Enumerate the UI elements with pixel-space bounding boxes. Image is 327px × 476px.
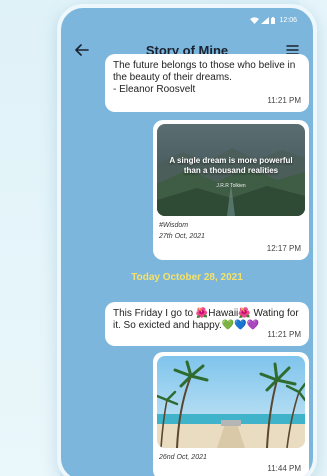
caption-date: 27th Oct, 2021 (159, 233, 205, 240)
date-divider: Today October 28, 2021 (131, 272, 243, 283)
status-time: 12:06 (279, 16, 297, 24)
caption-date: 26nd Oct, 2021 (159, 454, 207, 461)
beach-image[interactable] (157, 356, 305, 448)
message-text: This Friday I go to 🌺Hawaii🌺 Wating for … (113, 308, 299, 331)
message-text: The future belongs to those who belive i… (113, 60, 296, 95)
arrow-left-icon[interactable] (71, 39, 93, 61)
image-caption: #Wisdom 27th Oct, 2021 (153, 216, 309, 242)
message-time: 11:21 PM (267, 330, 301, 339)
image-message-bubble[interactable]: 26nd Oct, 2021 11:44 PM (153, 352, 309, 476)
message-bubble[interactable]: The future belongs to those who belive i… (105, 54, 309, 112)
status-bar: 12:06 (61, 8, 313, 32)
chat-area[interactable]: The future belongs to those who belive i… (61, 54, 313, 476)
phone-frame: 12:06 Story of Mine The future belongs t… (57, 4, 317, 476)
message-time: 12:17 PM (266, 244, 301, 253)
image-message-bubble[interactable]: A single dream is more powerful than a t… (153, 120, 309, 260)
image-caption: 26nd Oct, 2021 (153, 448, 309, 463)
message-time: 11:44 PM (267, 464, 301, 473)
message-time: 11:21 PM (267, 96, 301, 105)
backdrop-left (0, 0, 60, 476)
image-quote-author: J.R.R Tolkien (216, 183, 246, 189)
status-icons (250, 16, 276, 24)
battery-icon (271, 16, 276, 24)
image-quote-text: A single dream is more powerful than a t… (169, 156, 293, 175)
caption-tag: #Wisdom (159, 222, 189, 229)
quote-image[interactable]: A single dream is more powerful than a t… (157, 124, 305, 216)
signal-icon (261, 16, 270, 24)
message-bubble[interactable]: This Friday I go to 🌺Hawaii🌺 Wating for … (105, 302, 309, 346)
wifi-icon (250, 16, 260, 24)
